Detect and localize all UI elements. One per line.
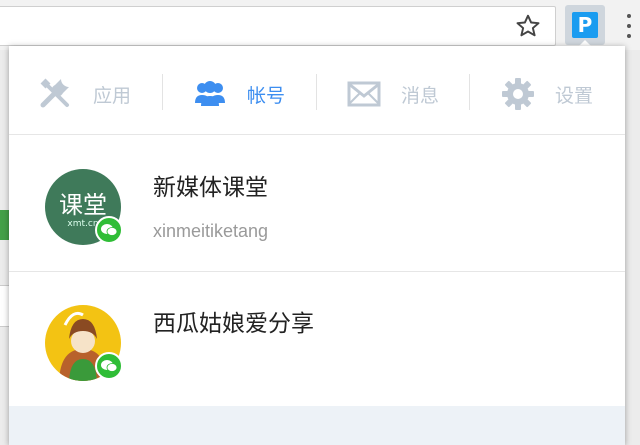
wechat-icon	[95, 216, 123, 244]
tab-apps[interactable]: 应用	[39, 74, 131, 114]
tab-account[interactable]: 帐号	[193, 74, 285, 114]
browser-toolbar: P	[0, 0, 640, 50]
tab-divider	[469, 74, 470, 110]
envelope-icon	[347, 81, 381, 107]
tab-messages-label: 消息	[401, 84, 440, 107]
extension-icon: P	[572, 12, 598, 38]
extension-button[interactable]: P	[565, 5, 605, 45]
account-item[interactable]: 西瓜姑娘爱分享	[9, 271, 625, 406]
tab-messages[interactable]: 消息	[347, 74, 439, 114]
account-id: xinmeitiketang	[153, 221, 269, 241]
tab-settings[interactable]: 设置	[501, 74, 593, 114]
tools-icon	[39, 77, 73, 111]
account-name: 新媒体课堂	[153, 175, 268, 201]
vertical-dots-icon[interactable]	[622, 12, 636, 40]
tab-divider	[316, 74, 317, 110]
wechat-icon	[95, 352, 123, 380]
avatar-text: 课堂	[59, 191, 107, 219]
account-item[interactable]: 课堂 xmt.cn 新媒体课堂 xinmeitiketang	[9, 135, 625, 272]
tab-apps-label: 应用	[93, 84, 132, 107]
address-bar[interactable]	[0, 6, 556, 46]
extension-popup: 应用 帐号 消息 设置 课堂 xmt.cn 新媒体课堂 xinmeitiketa…	[9, 46, 625, 445]
tab-settings-label: 设置	[555, 84, 594, 107]
tab-account-label: 帐号	[247, 84, 286, 107]
popup-tab-bar: 应用 帐号 消息 设置	[9, 46, 625, 135]
popup-footer	[9, 406, 625, 445]
account-name: 西瓜姑娘爱分享	[153, 311, 314, 337]
tab-divider	[162, 74, 163, 110]
users-icon	[193, 79, 227, 109]
gear-icon	[501, 77, 535, 111]
star-icon[interactable]	[512, 10, 544, 42]
